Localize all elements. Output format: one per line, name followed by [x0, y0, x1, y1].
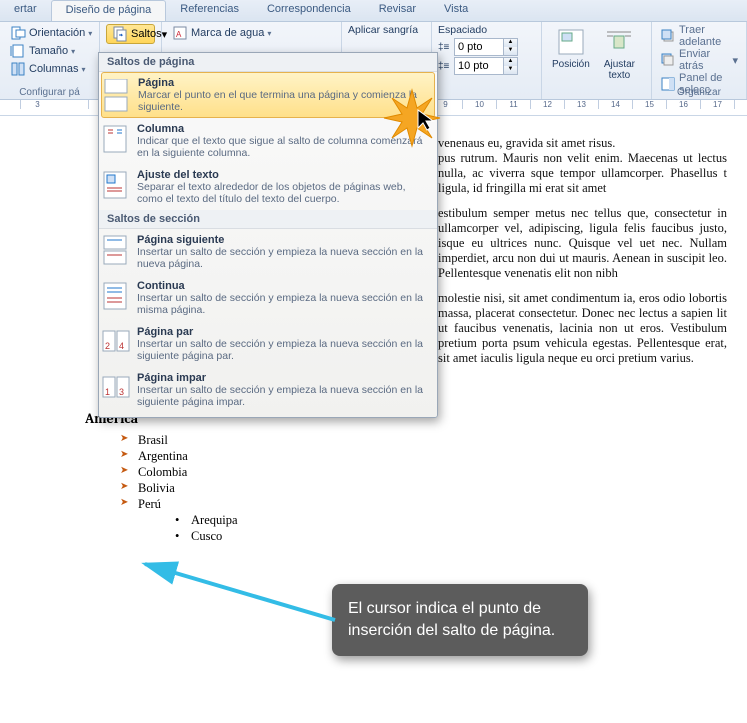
size-icon	[10, 43, 26, 59]
dd-item-odd-page[interactable]: 13 Página imparInsertar un salto de secc…	[99, 367, 437, 413]
wrap-text-icon	[603, 26, 635, 58]
city-list: Arequipa Cusco	[175, 513, 727, 544]
even-page-break-icon: 24	[101, 327, 131, 357]
space-after-field[interactable]	[455, 60, 503, 72]
orientation-button[interactable]: Orientación▾	[6, 24, 93, 42]
svg-text:A: A	[176, 30, 182, 39]
page-break-icon	[102, 79, 132, 109]
dd-header-section-breaks: Saltos de sección	[99, 210, 437, 229]
svg-text:4: 4	[119, 341, 124, 351]
group-arrange-label: Organizar	[652, 87, 746, 98]
bring-forward-button[interactable]: Traer adelante	[658, 24, 740, 48]
next-page-break-icon	[101, 235, 131, 265]
spin-arrows[interactable]: ▲▼	[503, 58, 517, 74]
size-label: Tamaño	[29, 45, 68, 57]
svg-text:1: 1	[105, 387, 110, 397]
breaks-icon	[112, 26, 128, 42]
group-page-setup-label: Configurar pá	[0, 87, 99, 98]
svg-text:2: 2	[105, 341, 110, 351]
list-item: Argentina	[120, 449, 727, 464]
ribbon-tabs: ertar Diseño de página Referencias Corre…	[0, 0, 747, 22]
space-after-input[interactable]: ▲▼	[454, 57, 518, 75]
list-item: Brasil	[120, 433, 727, 448]
orientation-label: Orientación	[29, 27, 85, 39]
dd-item-page[interactable]: PáginaMarcar el punto en el que termina …	[101, 72, 435, 118]
list-item: Colombia	[120, 465, 727, 480]
dd-header-page-breaks: Saltos de página	[99, 53, 437, 72]
tab-review[interactable]: Revisar	[365, 0, 430, 21]
space-after-icon: ‡≡	[438, 61, 454, 72]
tab-page-layout[interactable]: Diseño de página	[51, 0, 167, 21]
indent-header: Aplicar sangría	[348, 24, 425, 36]
dd-item-text-wrapping[interactable]: Ajuste del textoSeparar el texto alreded…	[99, 164, 437, 210]
watermark-button[interactable]: A Marca de agua▾	[168, 24, 275, 42]
columns-button[interactable]: Columnas▾	[6, 60, 93, 78]
list-item: Perú	[120, 497, 727, 512]
dd-item-next-page[interactable]: Página siguienteInsertar un salto de sec…	[99, 229, 437, 275]
space-before-icon: ‡≡	[438, 42, 454, 53]
breaks-dropdown: Saltos de página PáginaMarcar el punto e…	[98, 52, 438, 418]
position-icon	[555, 26, 587, 58]
list-item: Arequipa	[175, 513, 727, 528]
bring-forward-icon	[660, 28, 676, 44]
columns-label: Columnas	[29, 63, 79, 75]
list-item: Bolivia	[120, 481, 727, 496]
size-button[interactable]: Tamaño▾	[6, 42, 93, 60]
space-before-input[interactable]: ▲▼	[454, 38, 518, 56]
country-list: Brasil Argentina Colombia Bolivia Perú	[120, 433, 727, 512]
send-backward-icon	[660, 52, 676, 68]
dd-item-even-page[interactable]: 24 Página parInsertar un salto de secció…	[99, 321, 437, 367]
callout-arrow-icon	[135, 560, 355, 640]
column-break-icon	[101, 124, 131, 154]
watermark-label: Marca de agua	[191, 27, 264, 39]
wrap-text-button[interactable]: Ajustar texto	[594, 24, 645, 85]
tab-mailings[interactable]: Correspondencia	[253, 0, 365, 21]
columns-icon	[10, 61, 26, 77]
breaks-label: Saltos	[131, 28, 162, 40]
send-backward-button[interactable]: Enviar atrás▾	[658, 48, 740, 72]
spacing-header: Espaciado	[438, 24, 535, 36]
help-callout: El cursor indica el punto de inserción d…	[332, 584, 588, 656]
space-before-field[interactable]	[455, 41, 503, 53]
continuous-break-icon	[101, 281, 131, 311]
svg-text:3: 3	[119, 387, 124, 397]
position-button[interactable]: Posición	[548, 24, 594, 85]
breaks-button[interactable]: Saltos▾	[106, 24, 155, 44]
spin-arrows[interactable]: ▲▼	[503, 39, 517, 55]
dd-item-continuous[interactable]: ContinuaInsertar un salto de sección y e…	[99, 275, 437, 321]
tab-view[interactable]: Vista	[430, 0, 482, 21]
watermark-icon: A	[172, 25, 188, 41]
dd-item-column[interactable]: ColumnaIndicar que el texto que sigue al…	[99, 118, 437, 164]
orientation-icon	[10, 25, 26, 41]
odd-page-break-icon: 13	[101, 373, 131, 403]
tab-insert-partial[interactable]: ertar	[0, 0, 51, 21]
list-item: Cusco	[175, 529, 727, 544]
text-wrapping-break-icon	[101, 170, 131, 200]
tab-references[interactable]: Referencias	[166, 0, 253, 21]
